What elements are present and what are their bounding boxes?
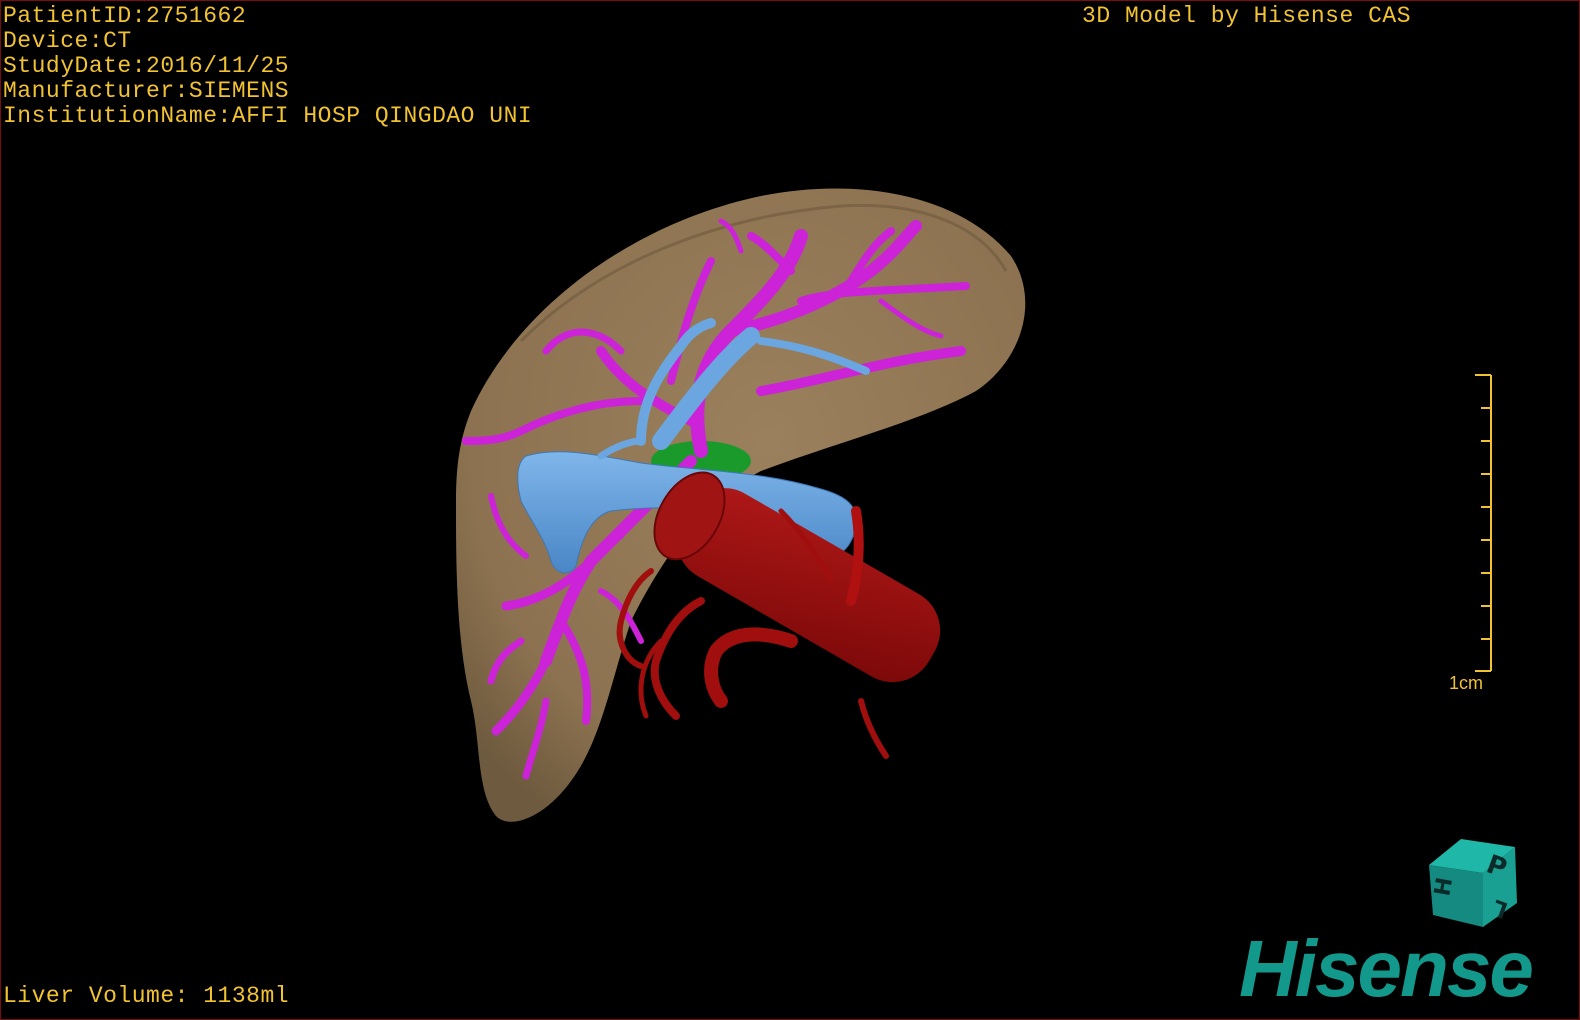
hisense-logo: Hisense <box>1239 924 1534 1013</box>
orientation-cube-icon[interactable]: H P L <box>1419 833 1529 933</box>
3d-viewport[interactable]: PatientID:2751662 Device:CT StudyDate:20… <box>0 0 1580 1020</box>
liver-volume-text: Liver Volume: 1138ml <box>3 983 290 1009</box>
scale-bar <box>1475 374 1492 672</box>
liver-3d-model[interactable] <box>1 1 1580 1020</box>
scale-bar-label: 1cm <box>1449 673 1484 693</box>
